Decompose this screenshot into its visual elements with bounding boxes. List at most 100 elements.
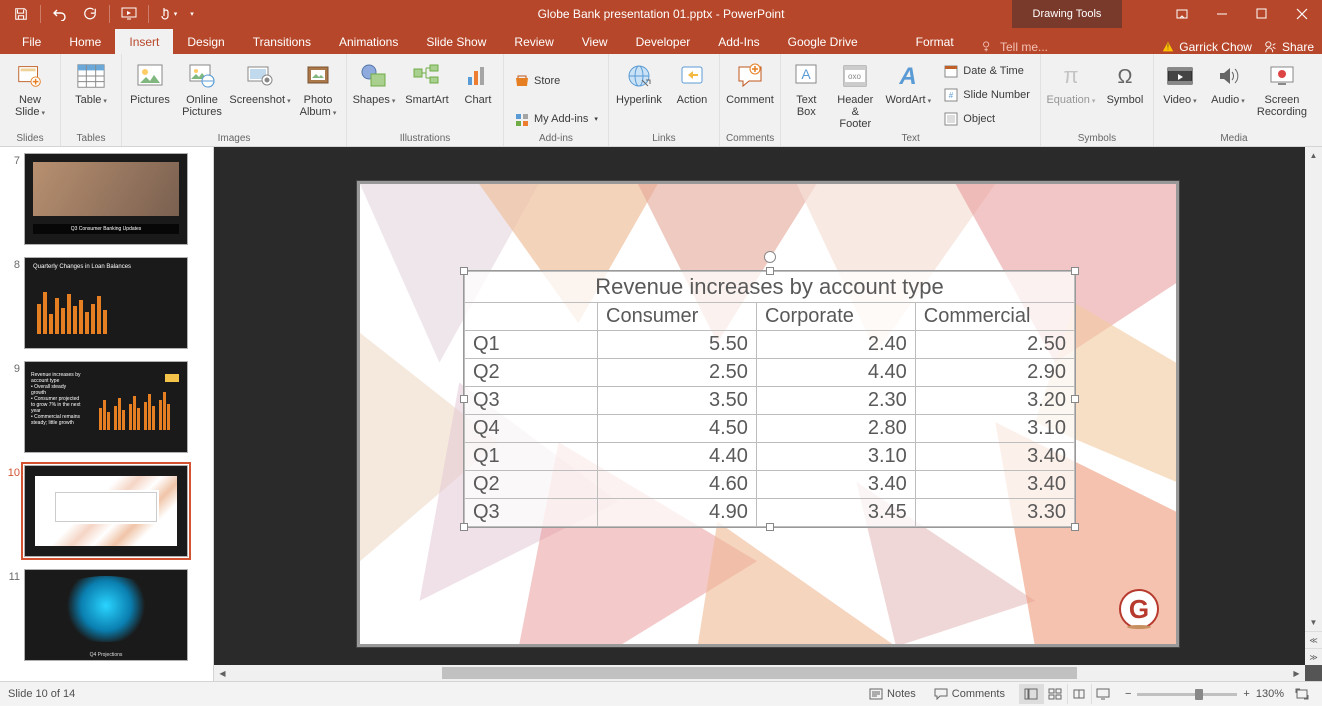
table-cell[interactable]: 2.90 — [915, 359, 1074, 387]
table-cell[interactable]: 2.30 — [756, 387, 915, 415]
resize-handle-e[interactable] — [1071, 395, 1079, 403]
table-cell[interactable]: Q3 — [465, 499, 598, 527]
qat-customize-button[interactable]: ▾ — [185, 2, 199, 26]
slide-thumbnail[interactable]: 7 Q3 Consumer Banking Updates — [0, 147, 213, 251]
slide-thumbnail[interactable]: 11 Q4 Projections — [0, 563, 213, 667]
table-cell[interactable]: Q2 — [465, 471, 598, 499]
comment-button[interactable]: Comment — [726, 58, 774, 108]
table-title[interactable]: Revenue increases by account type — [465, 272, 1075, 303]
table-button[interactable]: Table — [67, 58, 115, 110]
table-cell[interactable]: 4.40 — [598, 443, 757, 471]
table-cell[interactable]: 3.20 — [915, 387, 1074, 415]
tell-me-search[interactable]: Tell me... — [980, 40, 1048, 54]
tab-file[interactable]: File — [8, 29, 55, 54]
slide-thumbnail[interactable]: 9 Revenue increases by account type• Ove… — [0, 355, 213, 459]
zoom-out-button[interactable]: − — [1125, 688, 1131, 700]
table-cell[interactable]: 2.80 — [756, 415, 915, 443]
slide-show-button[interactable] — [1091, 684, 1115, 704]
resize-handle-s[interactable] — [766, 523, 774, 531]
table-row[interactable]: Q44.502.803.10 — [465, 415, 1075, 443]
photo-album-button[interactable]: Photo Album — [296, 58, 340, 122]
new-slide-button[interactable]: New Slide — [6, 58, 54, 122]
scroll-down-button[interactable]: ▼ — [1305, 614, 1322, 631]
table-cell[interactable]: Q4 — [465, 415, 598, 443]
redo-button[interactable] — [77, 2, 103, 26]
tab-insert[interactable]: Insert — [115, 29, 173, 54]
table-header-cell[interactable]: Commercial — [915, 303, 1074, 331]
tab-animations[interactable]: Animations — [325, 29, 412, 54]
resize-handle-w[interactable] — [460, 395, 468, 403]
slide-thumbnail[interactable]: 10 — [0, 459, 213, 563]
chart-button[interactable]: Chart — [459, 58, 497, 108]
save-button[interactable] — [8, 2, 34, 26]
table-header-cell[interactable]: Consumer — [598, 303, 757, 331]
table-cell[interactable]: 3.40 — [756, 471, 915, 499]
audio-button[interactable]: Audio — [1208, 58, 1248, 110]
close-button[interactable] — [1282, 0, 1322, 28]
zoom-level[interactable]: 130% — [1256, 688, 1284, 700]
tab-developer[interactable]: Developer — [622, 29, 705, 54]
table-cell[interactable]: Q3 — [465, 387, 598, 415]
zoom-in-button[interactable]: + — [1243, 688, 1249, 700]
scrollbar-thumb[interactable] — [442, 667, 1076, 679]
start-from-beginning-button[interactable] — [116, 2, 142, 26]
tab-review[interactable]: Review — [500, 29, 567, 54]
screen-recording-button[interactable]: Screen Recording — [1256, 58, 1308, 120]
resize-handle-n[interactable] — [766, 267, 774, 275]
store-button[interactable]: Store — [510, 70, 602, 92]
prev-slide-button[interactable]: ≪ — [1305, 631, 1322, 648]
table-header-cell[interactable]: Corporate — [756, 303, 915, 331]
object-button[interactable]: Object — [939, 108, 1034, 130]
table-header-cell[interactable] — [465, 303, 598, 331]
table-cell[interactable]: 4.40 — [756, 359, 915, 387]
slide-indicator[interactable]: Slide 10 of 14 — [8, 688, 75, 700]
ribbon-display-options-button[interactable] — [1162, 0, 1202, 28]
undo-button[interactable] — [47, 2, 73, 26]
maximize-button[interactable] — [1242, 0, 1282, 28]
my-addins-button[interactable]: My Add-ins ▾ — [510, 108, 602, 130]
table-cell[interactable]: 3.10 — [915, 415, 1074, 443]
reading-view-button[interactable] — [1067, 684, 1091, 704]
table-row[interactable]: Q33.502.303.20 — [465, 387, 1075, 415]
table-row[interactable]: Q24.603.403.40 — [465, 471, 1075, 499]
header-footer-button[interactable]: oxoHeader & Footer — [833, 58, 877, 132]
slide-thumbnail[interactable]: 8 Quarterly Changes in Loan Balances — [0, 251, 213, 355]
minimize-button[interactable] — [1202, 0, 1242, 28]
table-row[interactable]: Q14.403.103.40 — [465, 443, 1075, 471]
table-cell[interactable]: 4.60 — [598, 471, 757, 499]
resize-handle-ne[interactable] — [1071, 267, 1079, 275]
scroll-right-button[interactable]: ▶ — [1288, 665, 1305, 681]
text-box-button[interactable]: AText Box — [787, 58, 825, 120]
tab-transitions[interactable]: Transitions — [239, 29, 325, 54]
slide-number-button[interactable]: #Slide Number — [939, 84, 1034, 106]
user-account[interactable]: !Garrick Chow — [1161, 40, 1252, 54]
table-cell[interactable]: 3.40 — [915, 443, 1074, 471]
fit-to-window-button[interactable] — [1290, 684, 1314, 704]
table-cell[interactable]: 4.50 — [598, 415, 757, 443]
resize-handle-nw[interactable] — [460, 267, 468, 275]
slide-sorter-view-button[interactable] — [1043, 684, 1067, 704]
table-cell[interactable]: 3.30 — [915, 499, 1074, 527]
table-cell[interactable]: 3.10 — [756, 443, 915, 471]
scroll-left-button[interactable]: ◀ — [214, 665, 231, 681]
touch-mouse-mode-button[interactable]: ▾ — [155, 2, 181, 26]
table-cell[interactable]: 3.50 — [598, 387, 757, 415]
table-cell[interactable]: 5.50 — [598, 331, 757, 359]
table-cell[interactable]: 2.40 — [756, 331, 915, 359]
symbol-button[interactable]: ΩSymbol — [1103, 58, 1147, 108]
pictures-button[interactable]: Pictures — [128, 58, 172, 108]
share-button[interactable]: Share — [1264, 40, 1314, 54]
table-cell[interactable]: 3.45 — [756, 499, 915, 527]
tab-home[interactable]: Home — [55, 29, 115, 54]
table-cell[interactable]: 2.50 — [915, 331, 1074, 359]
tab-slideshow[interactable]: Slide Show — [412, 29, 500, 54]
date-time-button[interactable]: Date & Time — [939, 60, 1034, 82]
slide[interactable]: Revenue increases by account type Consum… — [357, 181, 1179, 647]
table-cell[interactable]: Q1 — [465, 443, 598, 471]
comments-button[interactable]: Comments — [930, 688, 1009, 700]
table-cell[interactable]: 4.90 — [598, 499, 757, 527]
table-cell[interactable]: 2.50 — [598, 359, 757, 387]
horizontal-scrollbar[interactable]: ◀ ▶ — [214, 665, 1305, 681]
tab-view[interactable]: View — [568, 29, 622, 54]
tab-google-drive[interactable]: Google Drive — [774, 29, 872, 54]
